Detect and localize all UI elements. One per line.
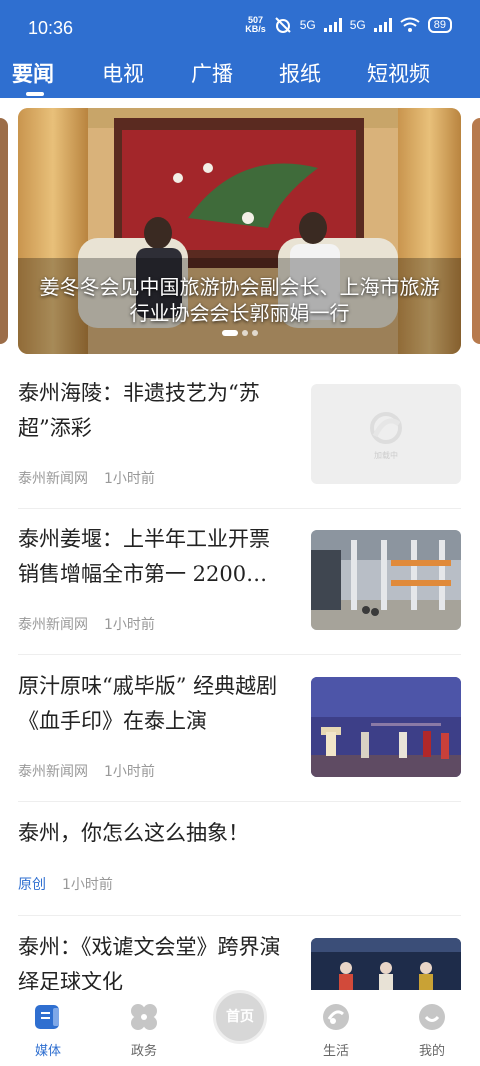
news-title[interactable]: 原汁原味“戚毕版” 经典越剧《血手印》在泰上演 bbox=[18, 669, 290, 739]
news-title[interactable]: 泰州姜堰：上半年工业开票销售增幅全市第一 2200… bbox=[18, 522, 290, 592]
news-title[interactable]: 泰州，你怎么这么抽象！ bbox=[18, 816, 461, 851]
nav-profile-label: 我的 bbox=[418, 1044, 445, 1059]
signal-2-label: 5G bbox=[349, 18, 366, 32]
signal-1-icon bbox=[323, 18, 342, 32]
nav-life-label: 生活 bbox=[322, 1044, 349, 1059]
channel-tabs: 要闻 电视 广播 报纸 短视频 bbox=[0, 58, 480, 98]
tab-news[interactable]: 要闻 bbox=[12, 58, 54, 88]
divider bbox=[18, 801, 461, 802]
carousel-prev-peek[interactable] bbox=[0, 118, 8, 344]
status-time: 10:36 bbox=[28, 18, 74, 38]
news-thumbnail-factory[interactable] bbox=[311, 530, 461, 630]
signal-2-icon bbox=[373, 18, 392, 32]
media-icon bbox=[35, 1005, 59, 1029]
carousel-dot bbox=[241, 330, 248, 336]
network-speed: 507 KB/s bbox=[245, 15, 266, 34]
news-time: 1小时前 bbox=[104, 471, 155, 487]
profile-icon bbox=[419, 1004, 445, 1030]
news-source: 泰州新闻网 bbox=[18, 617, 88, 633]
news-source: 泰州新闻网 bbox=[18, 764, 88, 780]
news-time: 1小时前 bbox=[104, 764, 155, 780]
news-item[interactable]: 泰州海陵：非遗技艺为“苏超”添彩 泰州新闻网 1小时前 加载中 bbox=[18, 376, 461, 488]
nav-government-label: 政务 bbox=[130, 1044, 157, 1059]
bottom-nav: 媒体 政务 首页 生活 我的 bbox=[0, 990, 480, 1066]
news-source: 泰州新闻网 bbox=[18, 471, 88, 487]
news-title[interactable]: 泰州：《戏谑文会堂》跨界演绎足球文化 bbox=[18, 930, 290, 990]
divider bbox=[18, 654, 461, 655]
tab-radio[interactable]: 广播 bbox=[191, 58, 233, 88]
news-meta: 泰州新闻网 1小时前 bbox=[18, 468, 155, 488]
tab-newspaper[interactable]: 报纸 bbox=[279, 58, 321, 88]
news-item[interactable]: 原汁原味“戚毕版” 经典越剧《血手印》在泰上演 泰州新闻网 1小时前 bbox=[18, 669, 461, 781]
home-icon[interactable]: 首页 bbox=[213, 990, 267, 1044]
carousel-next-peek[interactable] bbox=[472, 118, 480, 344]
news-meta: 泰州新闻网 1小时前 bbox=[18, 761, 155, 781]
signal-1-label: 5G bbox=[299, 18, 316, 32]
wifi-icon bbox=[400, 17, 420, 32]
news-source: 原创 bbox=[18, 877, 46, 893]
life-icon bbox=[323, 1004, 349, 1030]
news-time: 1小时前 bbox=[104, 617, 155, 633]
tab-tv[interactable]: 电视 bbox=[102, 58, 144, 88]
top-bar: 10:36 507 KB/s 5G 5G 89 要闻 电视 广播 报纸 短视频 bbox=[0, 0, 480, 98]
carousel-dot bbox=[251, 330, 258, 336]
carousel-dot-active bbox=[221, 330, 238, 336]
headline-caption[interactable]: 姜冬冬会见中国旅游协会副会长、上海市旅游行业协会会长郭丽娟一行 bbox=[38, 274, 441, 326]
loading-logo-icon bbox=[370, 412, 402, 444]
battery-indicator: 89 bbox=[427, 17, 452, 33]
news-time: 1小时前 bbox=[62, 877, 113, 893]
news-meta: 原创 1小时前 bbox=[18, 874, 113, 894]
carousel-dots bbox=[18, 330, 461, 336]
news-thumbnail-stage[interactable] bbox=[311, 677, 461, 777]
government-icon bbox=[131, 1004, 157, 1030]
alarm-off-icon bbox=[275, 17, 291, 33]
active-tab-indicator bbox=[26, 92, 44, 96]
news-title[interactable]: 泰州海陵：非遗技艺为“苏超”添彩 bbox=[18, 376, 290, 446]
divider bbox=[18, 508, 461, 509]
news-item[interactable]: 泰州：《戏谑文会堂》跨界演绎足球文化 bbox=[18, 930, 461, 990]
news-item[interactable]: 泰州姜堰：上半年工业开票销售增幅全市第一 2200… 泰州新闻网 1小时前 bbox=[18, 522, 461, 634]
news-thumbnail-opera[interactable] bbox=[311, 938, 461, 990]
status-bar: 10:36 507 KB/s 5G 5G 89 bbox=[0, 0, 480, 56]
status-icons: 507 KB/s 5G 5G 89 bbox=[245, 16, 452, 34]
news-meta: 泰州新闻网 1小时前 bbox=[18, 614, 155, 634]
divider bbox=[18, 915, 461, 916]
news-thumbnail-placeholder[interactable]: 加载中 bbox=[311, 384, 461, 484]
loading-text: 加载中 bbox=[374, 451, 398, 460]
tab-short-video[interactable]: 短视频 bbox=[367, 58, 430, 88]
headline-carousel[interactable]: 姜冬冬会见中国旅游协会副会长、上海市旅游行业协会会长郭丽娟一行 bbox=[18, 108, 461, 354]
nav-media-label: 媒体 bbox=[34, 1044, 61, 1059]
news-item[interactable]: 泰州，你怎么这么抽象！ 原创 1小时前 bbox=[18, 816, 461, 896]
